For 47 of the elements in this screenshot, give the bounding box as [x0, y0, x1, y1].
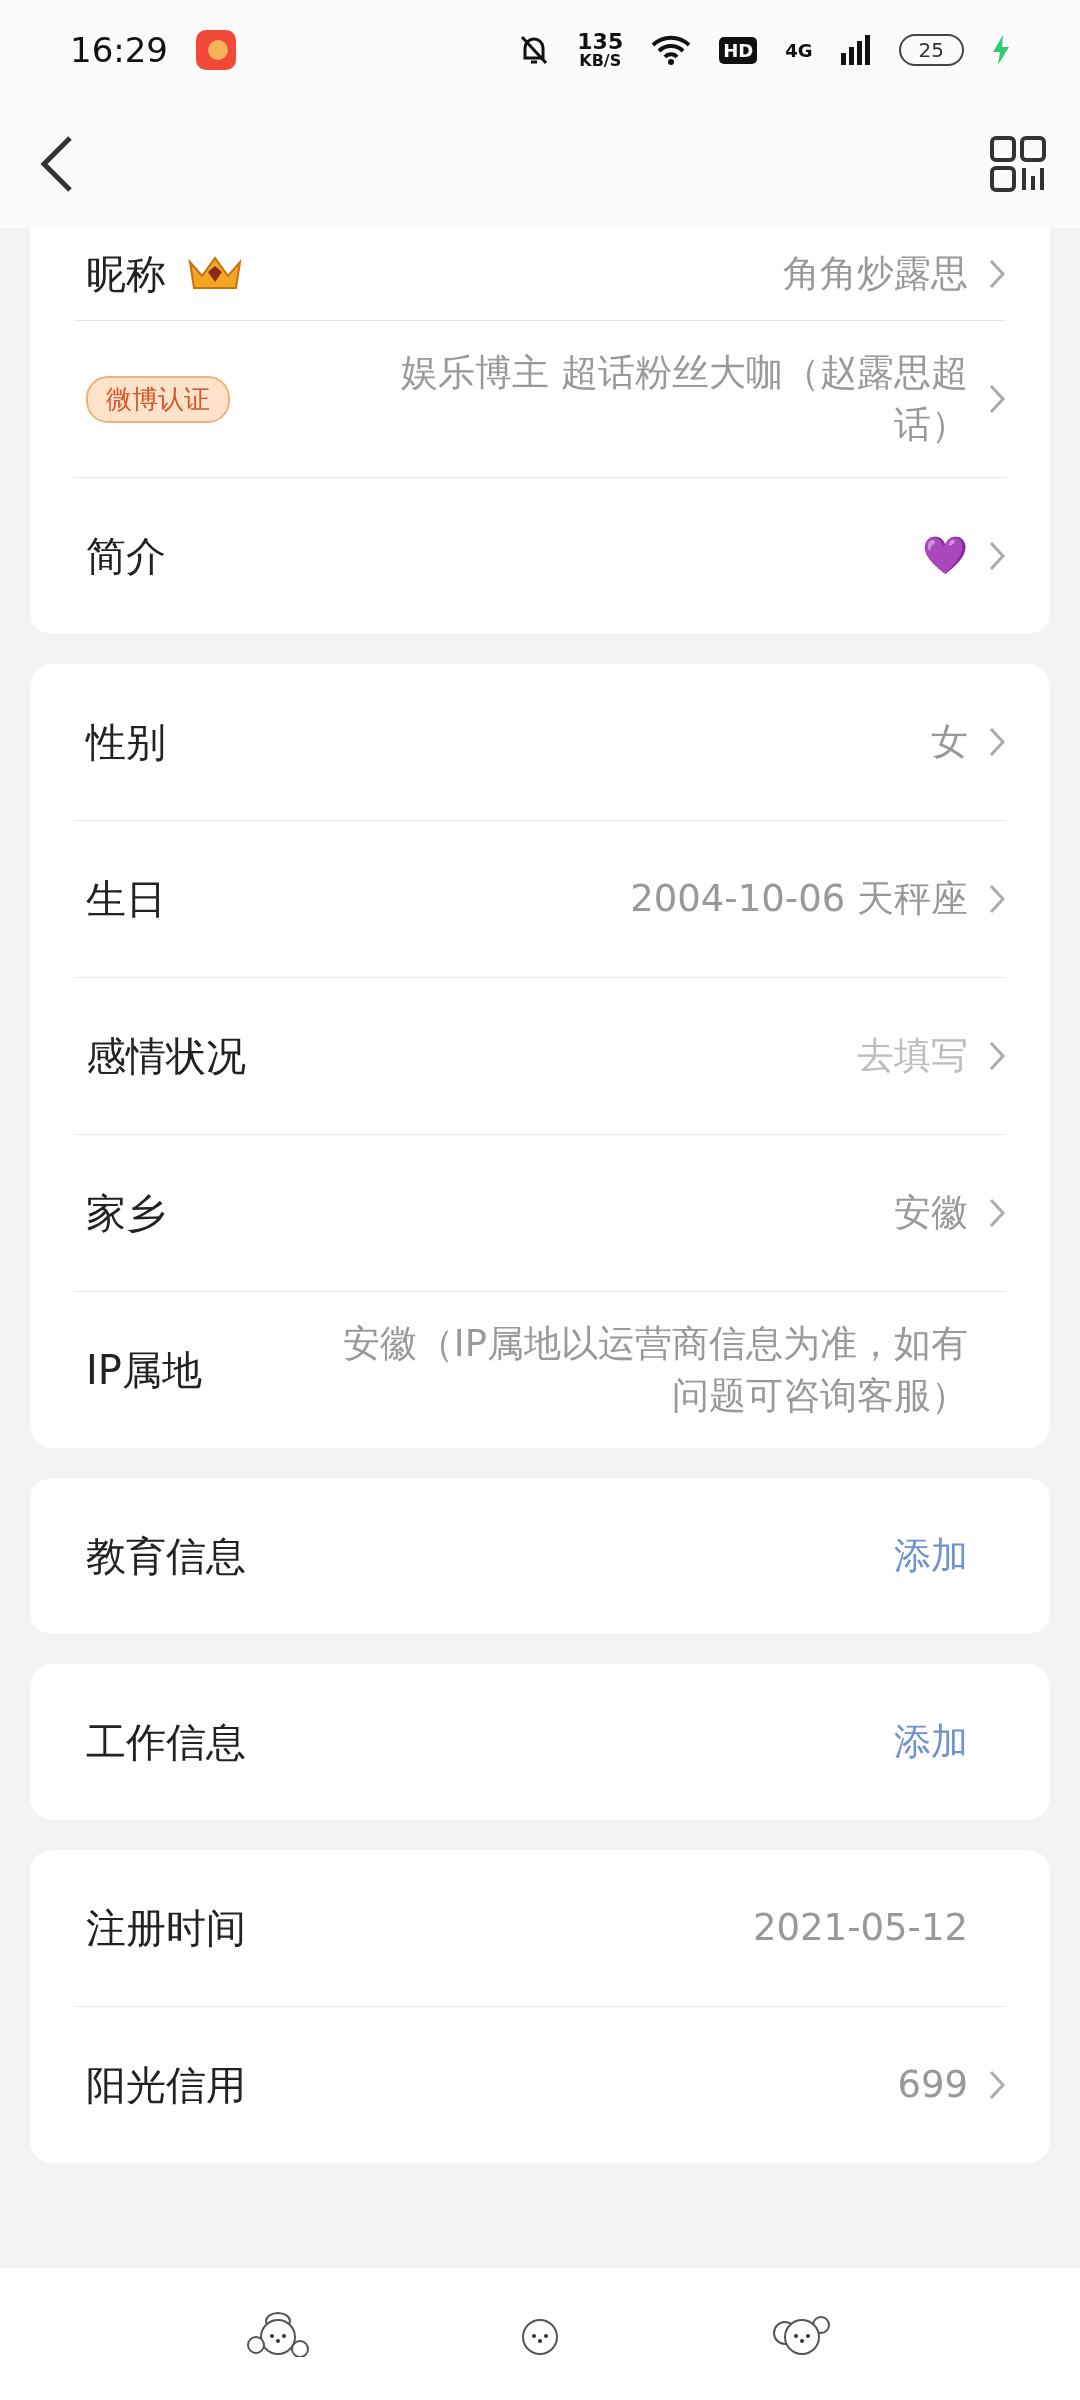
wifi-icon	[651, 35, 692, 65]
field-label: 简介	[86, 531, 166, 581]
field-value: 去填写	[857, 1033, 968, 1080]
field-value: 2021-05-12	[752, 1905, 968, 1952]
field-label: 注册时间	[86, 1903, 246, 1953]
field-value: 角角炒露思	[783, 251, 968, 298]
field-label: 生日	[86, 874, 166, 924]
chevron-right-icon	[988, 2069, 1006, 2101]
field-label: 工作信息	[86, 1717, 246, 1767]
field-value: 娱乐博主 超话粉丝大咖（赵露思超话）	[400, 350, 968, 448]
puppy-icon	[247, 2311, 309, 2357]
network-type: 4G	[785, 39, 813, 61]
chevron-right-icon	[988, 883, 1006, 915]
chevron-right-icon	[988, 1040, 1006, 1072]
field-label: 教育信息	[86, 1531, 246, 1581]
app-icon	[196, 30, 236, 70]
field-label: 昵称	[86, 249, 166, 299]
field-value: 安徽（IP属地以运营商信息为准，如有问题可咨询客服）	[341, 1321, 968, 1419]
battery-level: 25	[898, 34, 964, 66]
chevron-right-icon	[988, 383, 1006, 415]
add-link[interactable]: 添加	[894, 1530, 968, 1582]
charging-icon	[992, 35, 1010, 65]
back-button[interactable]	[38, 134, 74, 194]
bell-off-icon	[519, 34, 550, 66]
field-value: 女	[931, 719, 968, 766]
chevron-right-icon	[988, 726, 1006, 758]
add-link[interactable]: 添加	[894, 1716, 968, 1768]
chevron-right-icon	[988, 540, 1006, 572]
qr-code-button[interactable]	[990, 136, 1046, 192]
network-speed: 135	[577, 31, 624, 53]
field-label: 性别	[86, 717, 166, 767]
signal-icon	[840, 35, 871, 65]
verified-badge: 微博认证	[86, 375, 230, 423]
chevron-right-icon	[988, 1197, 1006, 1229]
field-value: 2004-10-06 天秤座	[630, 876, 968, 923]
field-value: 安徽	[894, 1190, 968, 1237]
field-label: 家乡	[86, 1188, 166, 1238]
status-time: 16:29	[70, 30, 168, 70]
field-value: 699	[897, 2062, 968, 2109]
field-label: 阳光信用	[86, 2060, 246, 2110]
chevron-right-icon	[988, 258, 1006, 290]
hd-badge: HD	[719, 36, 758, 64]
speed-unit: KB/S	[579, 53, 622, 69]
nav-tab[interactable]	[247, 2311, 309, 2357]
field-label: IP属地	[86, 1345, 202, 1395]
field-label: 感情状况	[86, 1031, 246, 1081]
field-value: 💜	[922, 533, 968, 580]
